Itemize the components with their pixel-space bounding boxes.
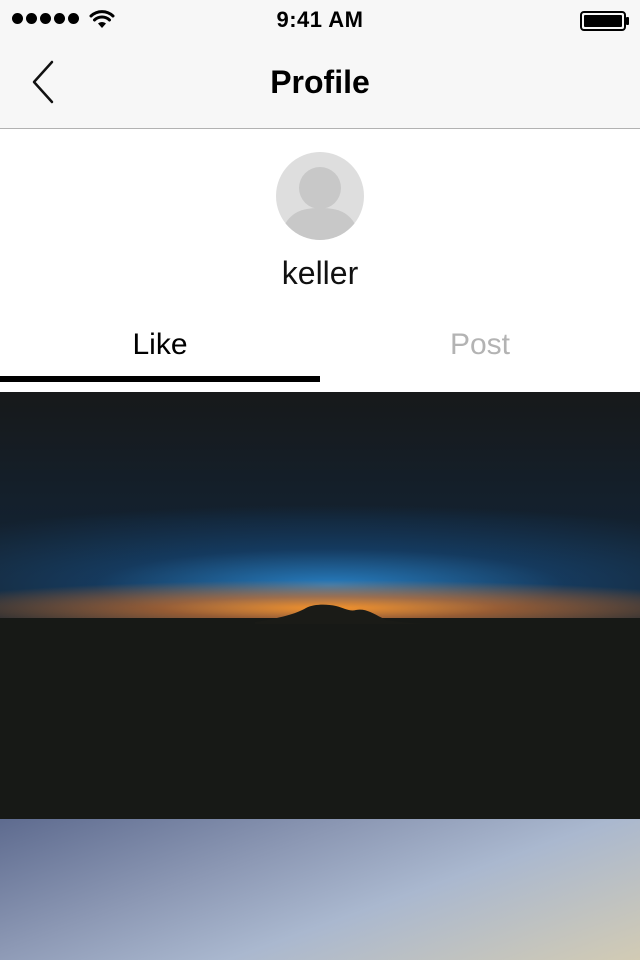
default-avatar-icon [284,167,356,240]
username: keller [281,255,359,291]
status-time: 9:41 AM [276,7,364,32]
mountain-silhouette [255,604,430,624]
battery-full-icon [580,11,629,31]
avatar[interactable] [276,152,364,240]
status-bar: 9:41 AM [0,0,640,40]
back-button[interactable] [28,58,62,108]
tab-post[interactable]: Post [320,328,640,368]
feed-photo[interactable] [0,392,640,819]
navigation-bar: Profile [0,40,640,129]
page-title: Profile [270,64,370,100]
active-tab-indicator [0,376,320,382]
feed-photo[interactable] [0,819,640,960]
tab-like[interactable]: Like [0,328,320,368]
chevron-left-icon [32,60,54,104]
